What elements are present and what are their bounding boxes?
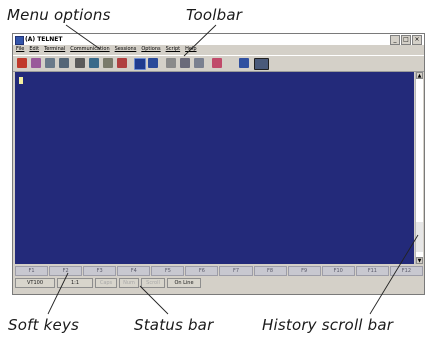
menu-edit[interactable]: Edit xyxy=(29,45,39,54)
window-title: (A) TELNET xyxy=(25,36,63,43)
soft-key-f10[interactable]: F10 xyxy=(321,266,355,276)
list-icon[interactable] xyxy=(194,58,204,68)
scroll-thumb[interactable] xyxy=(416,222,423,252)
menu-bar: File Edit Terminal Communication Session… xyxy=(13,45,424,54)
title-bar[interactable]: (A) TELNET _ □ × xyxy=(13,34,424,45)
scroll-down-arrow-icon[interactable]: ▼ xyxy=(416,257,423,264)
text-cursor xyxy=(19,77,23,84)
menu-options[interactable]: Options xyxy=(141,45,160,54)
history-scroll-bar[interactable]: ▲ ▼ xyxy=(415,72,423,264)
status-emulation: VT100 xyxy=(15,278,55,288)
status-caps: Caps xyxy=(95,278,117,288)
soft-key-f3[interactable]: F3 xyxy=(83,266,117,276)
status-num: Num xyxy=(119,278,139,288)
soft-key-f5[interactable]: F5 xyxy=(151,266,185,276)
soft-key-f9[interactable]: F9 xyxy=(287,266,321,276)
scroll-up-arrow-icon[interactable]: ▲ xyxy=(416,72,423,79)
soft-keys: F1 F2 F3 F4 F5 F6 F7 F8 F9 F10 F11 F12 xyxy=(15,266,423,276)
disconnect-icon[interactable] xyxy=(117,58,127,68)
transfer-icon[interactable] xyxy=(212,58,222,68)
soft-key-f4[interactable]: F4 xyxy=(117,266,151,276)
paste-icon[interactable] xyxy=(59,58,69,68)
new-session-icon[interactable] xyxy=(17,58,27,68)
soft-key-f2[interactable]: F2 xyxy=(49,266,83,276)
cut-icon[interactable] xyxy=(166,58,176,68)
toolbar-callout: Toolbar xyxy=(186,6,243,24)
status-cursor-position: 1:1 xyxy=(57,278,93,288)
menu-file[interactable]: File xyxy=(16,45,24,54)
settings-icon[interactable] xyxy=(103,58,113,68)
soft-key-f6[interactable]: F6 xyxy=(185,266,219,276)
screen-icon[interactable] xyxy=(239,58,249,68)
clear-icon[interactable] xyxy=(180,58,190,68)
soft-key-f11[interactable]: F11 xyxy=(355,266,389,276)
soft-key-f1[interactable]: F1 xyxy=(15,266,49,276)
soft-keys-callout: Soft keys xyxy=(8,316,80,334)
menu-help[interactable]: Help xyxy=(185,45,196,54)
soft-key-f7[interactable]: F7 xyxy=(219,266,253,276)
status-bar-callout: Status bar xyxy=(134,316,214,334)
window-controls: _ □ × xyxy=(390,35,422,45)
menu-options-callout: Menu options xyxy=(7,6,111,24)
window-view-icon[interactable] xyxy=(148,58,158,68)
soft-key-f8[interactable]: F8 xyxy=(253,266,287,276)
menu-script[interactable]: Script xyxy=(166,45,181,54)
help-pointer-icon[interactable] xyxy=(254,58,269,70)
minimize-button[interactable]: _ xyxy=(390,35,400,45)
print-icon[interactable] xyxy=(75,58,85,68)
soft-key-f12[interactable]: F12 xyxy=(389,266,423,276)
close-button[interactable]: × xyxy=(412,35,422,45)
maximize-button[interactable]: □ xyxy=(401,35,411,45)
history-scroll-bar-callout: History scroll bar xyxy=(262,316,394,334)
terminal-screen[interactable] xyxy=(15,72,414,264)
telnet-window: (A) TELNET _ □ × File Edit Terminal Comm… xyxy=(12,33,425,295)
status-connection: On Line xyxy=(167,278,201,288)
status-bar: VT100 1:1 Caps Num Scroll On Line xyxy=(15,278,423,288)
terminal-view-icon[interactable] xyxy=(134,58,146,70)
telnet-app-icon xyxy=(15,36,24,45)
toolbar xyxy=(13,55,424,72)
menu-communication[interactable]: Communication xyxy=(70,45,109,54)
connect-icon[interactable] xyxy=(31,58,41,68)
status-scroll: Scroll xyxy=(141,278,165,288)
menu-sessions[interactable]: Sessions xyxy=(115,45,137,54)
find-icon[interactable] xyxy=(89,58,99,68)
menu-terminal[interactable]: Terminal xyxy=(44,45,65,54)
copy-icon[interactable] xyxy=(45,58,55,68)
